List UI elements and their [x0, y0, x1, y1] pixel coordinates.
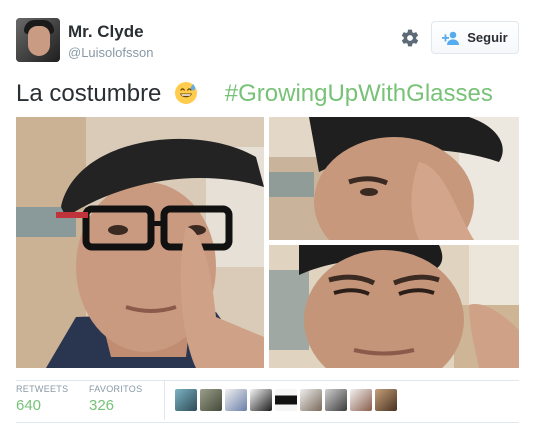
favoriter-avatar[interactable] [200, 389, 222, 411]
stats-divider-top [16, 380, 519, 381]
photo-main[interactable] [16, 117, 264, 368]
grinning-sweat-emoji [175, 82, 198, 104]
gear-icon[interactable] [400, 28, 420, 48]
photo-rubbing-eyes-image [269, 117, 519, 240]
photo-glasses-image [16, 117, 264, 368]
follow-button-label: Seguir [467, 30, 508, 45]
favoriter-avatar[interactable] [350, 389, 372, 411]
photo-top-right[interactable] [269, 117, 519, 240]
follow-button[interactable]: Seguir [431, 21, 519, 54]
follow-person-icon [442, 31, 460, 45]
favoriter-avatar[interactable] [250, 389, 272, 411]
stats-divider-bottom [16, 422, 519, 423]
user-name[interactable]: Mr. Clyde [68, 22, 144, 42]
favoriter-avatar[interactable] [300, 389, 322, 411]
favoriters-avatars [175, 389, 397, 411]
favoriter-avatar[interactable] [325, 389, 347, 411]
favorites-label: FAVORITOS [89, 384, 143, 394]
user-handle[interactable]: @Luisolofsson [68, 45, 153, 60]
favoriter-avatar[interactable] [375, 389, 397, 411]
tweet-text: La costumbre #GrowingUpWithGlasses [16, 80, 493, 108]
retweets-label: RETWEETS [16, 384, 69, 394]
retweets-count[interactable]: 640 [16, 397, 41, 414]
stats-separator [164, 380, 165, 420]
favoriter-avatar[interactable] [225, 389, 247, 411]
avatar[interactable] [16, 18, 60, 62]
hashtag-link[interactable]: #GrowingUpWithGlasses [225, 80, 493, 107]
favorites-count[interactable]: 326 [89, 397, 114, 414]
tweet-card: Mr. Clyde @Luisolofsson Seguir La costum… [0, 0, 554, 428]
photo-bottom-right[interactable] [269, 245, 519, 368]
photo-squinting-image [269, 245, 519, 368]
favoriter-avatar[interactable] [175, 389, 197, 411]
favoriter-avatar[interactable] [275, 389, 297, 411]
tweet-body: La costumbre [16, 80, 162, 107]
